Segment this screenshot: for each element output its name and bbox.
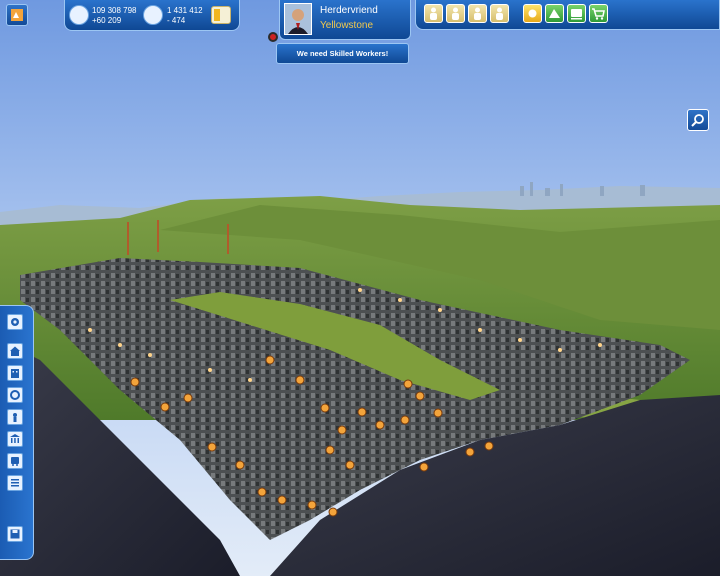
cart-icon — [592, 8, 605, 20]
transport-icon — [11, 457, 19, 466]
money-delta: +60 209 — [92, 16, 122, 25]
public-services-button[interactable] — [7, 431, 23, 447]
public-building-icon — [10, 434, 20, 443]
money-value: 109 308 798 — [92, 6, 137, 15]
worker-icon — [496, 7, 503, 20]
demand-button-1[interactable] — [424, 4, 443, 23]
population-icon[interactable] — [143, 5, 163, 25]
demand-button-4[interactable] — [490, 4, 509, 23]
gear-icon — [11, 318, 19, 326]
info-views-button[interactable] — [7, 475, 23, 491]
leisure-button[interactable] — [7, 409, 23, 425]
residential-button[interactable] — [7, 343, 23, 359]
road-money-icon — [549, 9, 560, 18]
train-icon — [571, 9, 582, 20]
worker-icon — [430, 7, 437, 20]
list-icon — [11, 479, 19, 487]
worker-icon — [452, 7, 459, 20]
alert-indicator[interactable] — [268, 32, 278, 42]
mayor-avatar[interactable] — [284, 3, 312, 35]
population-value: 1 431 412 — [167, 6, 203, 15]
money-icon[interactable] — [69, 5, 89, 25]
avatar-icon — [285, 4, 311, 34]
transport-button[interactable] — [7, 453, 23, 469]
notification-banner[interactable]: We need Skilled Workers! — [276, 43, 409, 64]
mayor-name: Herdervriend — [320, 5, 378, 16]
city-3d-view[interactable] — [0, 0, 720, 576]
city-name: Yellowstone — [320, 20, 374, 31]
transport-overview-button[interactable] — [567, 4, 586, 23]
toolbar-panel — [415, 0, 720, 30]
save-icon — [10, 529, 20, 539]
city-scene — [0, 0, 720, 576]
recycle-icon — [10, 390, 20, 400]
sun-icon — [528, 9, 537, 18]
leisure-icon — [13, 413, 17, 422]
demand-button-2[interactable] — [446, 4, 465, 23]
weather-button[interactable] — [523, 4, 542, 23]
office-icon — [11, 369, 19, 378]
demand-button-3[interactable] — [468, 4, 487, 23]
offices-button[interactable] — [7, 365, 23, 381]
magnifier-icon — [691, 114, 704, 127]
shop-button[interactable] — [589, 4, 608, 23]
utilities-button[interactable] — [7, 387, 23, 403]
mayor-panel[interactable]: Herdervriend Yellowstone — [279, 0, 411, 40]
settings-button[interactable] — [7, 314, 23, 330]
finance-button[interactable] — [545, 4, 564, 23]
menu-icon — [11, 9, 23, 21]
map-view-button[interactable] — [687, 109, 709, 131]
build-menu-dock — [0, 305, 34, 560]
save-button[interactable] — [7, 526, 23, 542]
worker-icon — [474, 7, 481, 20]
house-icon — [10, 346, 20, 356]
energy-icon[interactable] — [211, 6, 231, 24]
stats-panel: 109 308 798 +60 209 1 431 412 - 474 — [64, 0, 240, 31]
population-delta: - 474 — [167, 16, 186, 25]
main-menu-button[interactable] — [6, 4, 28, 26]
